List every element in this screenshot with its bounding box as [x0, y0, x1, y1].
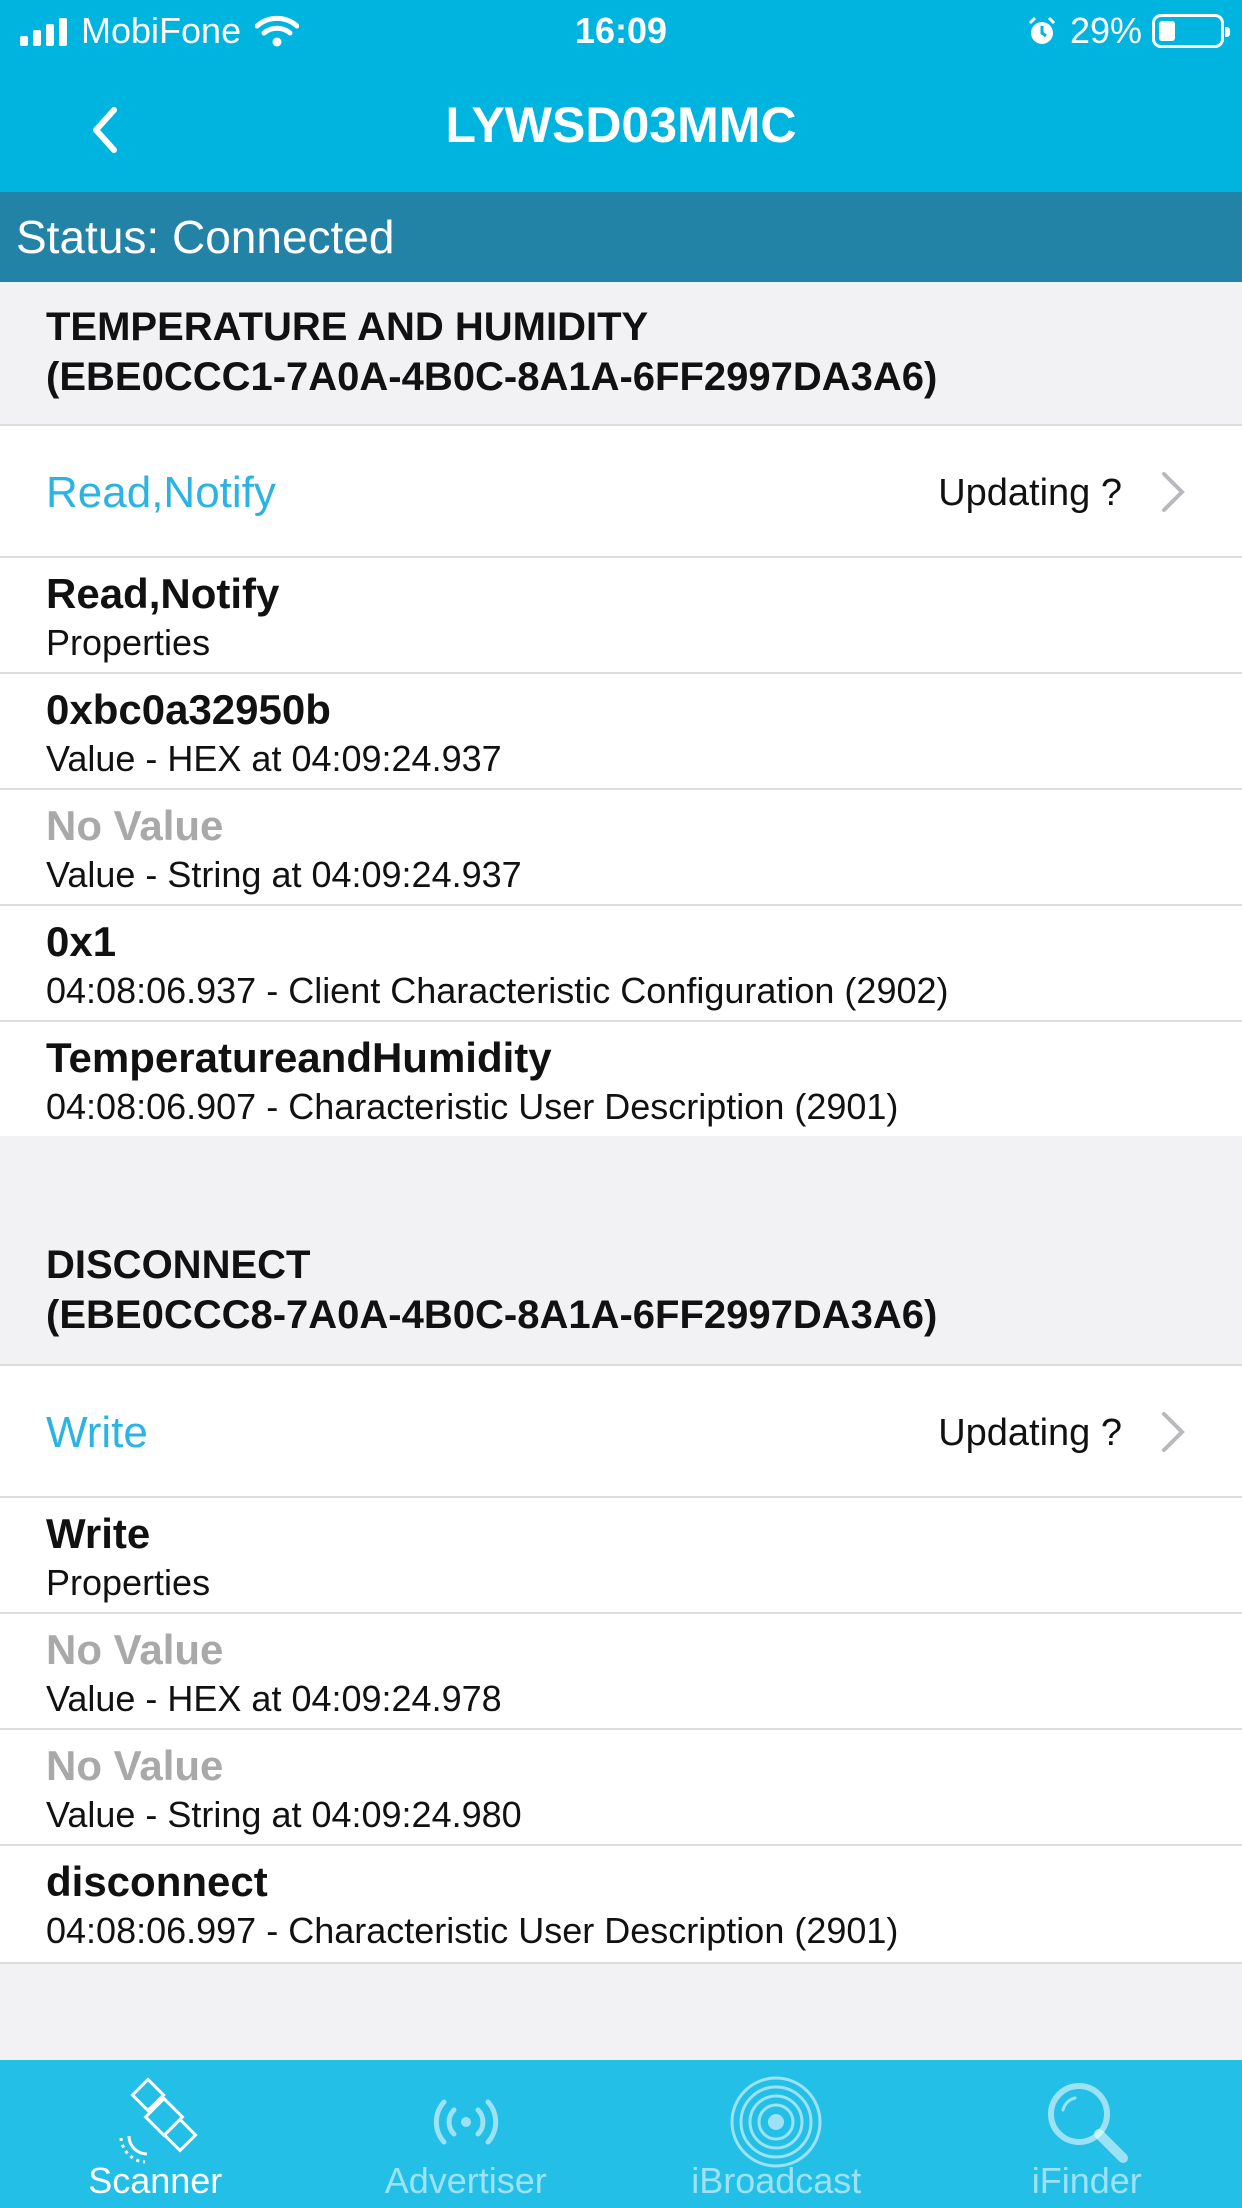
item-description: Value - HEX at 04:09:24.978: [46, 1678, 502, 1719]
updating-label: Updating ?: [938, 1412, 1122, 1454]
characteristic-name: Write: [46, 1408, 148, 1457]
characteristic-group: Read,Notify Updating ? Read,Notify Prope…: [0, 426, 1242, 1140]
item-value: 0xbc0a32950b: [46, 686, 331, 733]
tab-scanner[interactable]: Scanner: [0, 2060, 311, 2208]
characteristic-row[interactable]: Write Updating ?: [0, 1366, 1242, 1498]
service-title: DISCONNECT: [46, 1243, 311, 1287]
rings-icon: [730, 2076, 822, 2168]
chevron-right-icon: [1162, 472, 1185, 512]
item-value: disconnect: [46, 1858, 268, 1905]
service-title: TEMPERATURE AND HUMIDITY: [46, 305, 649, 349]
list-item: Read,Notify Properties: [0, 558, 1242, 674]
item-value: 0x1: [46, 918, 117, 965]
item-value: TemperatureandHumidity: [46, 1034, 552, 1081]
service-uuid: (EBE0CCC8-7A0A-4B0C-8A1A-6FF2997DA3A6): [46, 1293, 938, 1337]
list-item: disconnect 04:08:06.997 - Characteristic…: [0, 1846, 1242, 1962]
item-description: 04:08:06.937 - Client Characteristic Con…: [46, 970, 949, 1011]
connection-status: Status: Connected: [0, 192, 1242, 282]
magnifier-icon: [1047, 2083, 1128, 2163]
nav-bar: LYWSD03MMC: [0, 62, 1242, 192]
characteristic-name: Read,Notify: [46, 468, 276, 517]
battery-percent: 29%: [1069, 10, 1142, 51]
tab-label: iFinder: [1031, 2160, 1142, 2201]
list-item: No Value Value - HEX at 04:09:24.978: [0, 1614, 1242, 1730]
service-header: DISCONNECT (EBE0CCC8-7A0A-4B0C-8A1A-6FF2…: [0, 1136, 1242, 1366]
broadcast-icon: [433, 2099, 498, 2145]
tab-label: iBroadcast: [691, 2160, 862, 2201]
item-value: Write: [46, 1510, 151, 1557]
item-description: Value - HEX at 04:09:24.937: [46, 738, 502, 779]
item-description: Properties: [46, 622, 211, 663]
tab-label: Scanner: [88, 2160, 223, 2201]
tab-bar: Scanner Advertiser iBroadcast iFinder: [0, 2060, 1242, 2208]
item-value: Read,Notify: [46, 570, 280, 617]
page-title: LYWSD03MMC: [445, 97, 797, 153]
characteristic-row[interactable]: Read,Notify Updating ?: [0, 426, 1242, 558]
list-item: No Value Value - String at 04:09:24.937: [0, 790, 1242, 906]
alarm-icon: [1028, 16, 1055, 44]
list-item: 0x1 04:08:06.937 - Client Characteristic…: [0, 906, 1242, 1022]
characteristic-group: Write Updating ? Write Properties No Val…: [0, 1366, 1242, 1964]
tab-ibroadcast[interactable]: iBroadcast: [621, 2060, 932, 2208]
item-value: No Value: [46, 1626, 224, 1673]
status-right: 29%: [1026, 10, 1230, 52]
chevron-right-icon: [1162, 1412, 1185, 1452]
list-item: Write Properties: [0, 1498, 1242, 1614]
item-description: Value - String at 04:09:24.980: [46, 1794, 522, 1835]
service-header: TEMPERATURE AND HUMIDITY (EBE0CCC1-7A0A-…: [0, 282, 1242, 426]
list-item: TemperatureandHumidity 04:08:06.907 - Ch…: [0, 1022, 1242, 1138]
tab-ifinder[interactable]: iFinder: [932, 2060, 1242, 2208]
tab-label: Advertiser: [384, 2160, 547, 2201]
updating-label: Updating ?: [938, 472, 1122, 514]
item-value: No Value: [46, 1742, 224, 1789]
item-description: Properties: [46, 1562, 211, 1603]
status-bar: MobiFone 16:09 29%: [0, 0, 1242, 62]
list-item: No Value Value - String at 04:09:24.980: [0, 1730, 1242, 1846]
item-description: 04:08:06.997 - Characteristic User Descr…: [46, 1910, 899, 1951]
item-value: No Value: [46, 802, 224, 849]
list-item: 0xbc0a32950b Value - HEX at 04:09:24.937: [0, 674, 1242, 790]
tab-advertiser[interactable]: Advertiser: [311, 2060, 622, 2208]
item-description: 04:08:06.907 - Characteristic User Descr…: [46, 1086, 899, 1127]
battery-icon: [1152, 14, 1230, 48]
satellite-icon: [119, 2077, 198, 2164]
service-uuid: (EBE0CCC1-7A0A-4B0C-8A1A-6FF2997DA3A6): [46, 355, 938, 399]
item-description: Value - String at 04:09:24.937: [46, 854, 522, 895]
